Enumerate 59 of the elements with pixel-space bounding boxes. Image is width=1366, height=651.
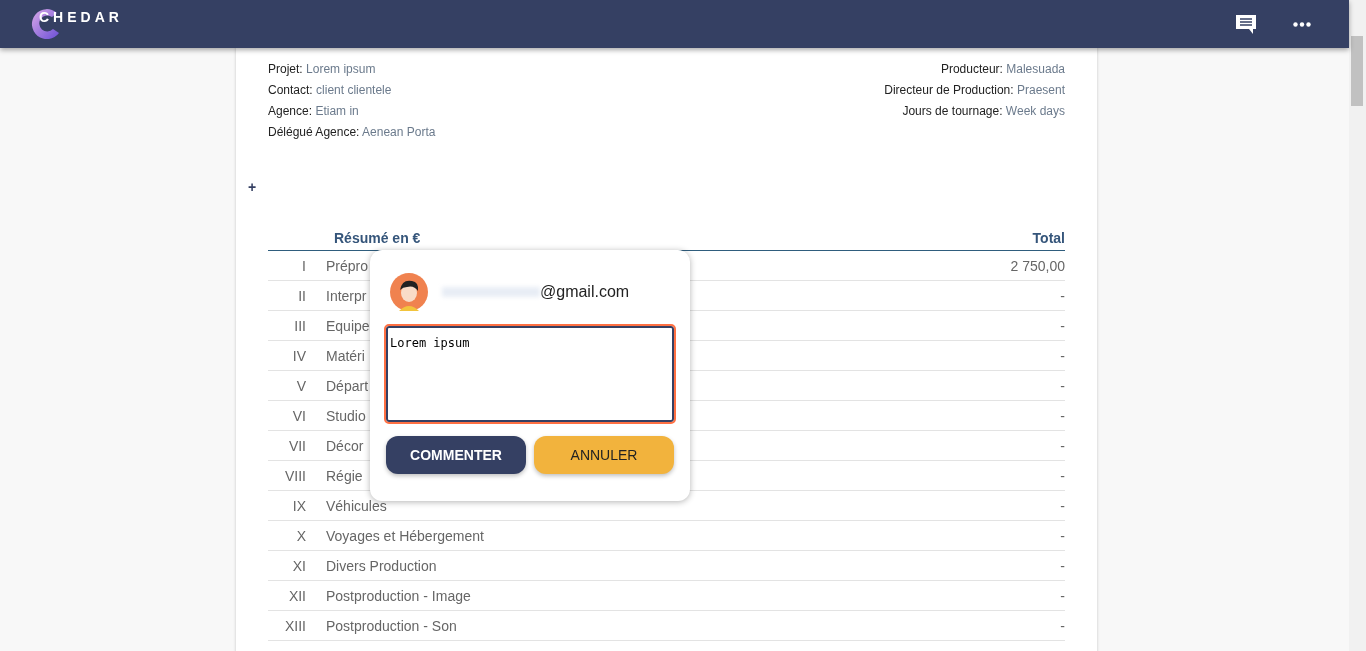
row-number: V <box>295 377 306 394</box>
row-number: XIII <box>284 617 306 634</box>
row-number: VII <box>287 437 306 454</box>
row-total: - <box>1060 407 1065 424</box>
info-line: Délégué Agence: Aenean Porta <box>268 124 436 141</box>
cancel-button[interactable]: ANNULER <box>534 436 674 474</box>
logo-text: CHEDAR <box>39 9 123 25</box>
row-total: - <box>1060 617 1065 634</box>
column-header: Résumé en € <box>334 230 421 246</box>
row-number: VI <box>291 407 306 424</box>
row-number: III <box>293 317 306 334</box>
scrollbar[interactable] <box>1349 0 1366 651</box>
row-number: XI <box>291 557 306 574</box>
row-label: Postproduction - Image <box>326 587 471 604</box>
row-label: Départ <box>326 377 369 394</box>
info-line: Directeur de Production: Praesent <box>884 82 1065 99</box>
row-total: - <box>1060 497 1065 514</box>
comment-icon[interactable] <box>1235 13 1257 35</box>
row-label: Régie <box>326 467 363 484</box>
row-total: 2 750,00 <box>1010 257 1065 274</box>
info-line: Producteur: Malesuada <box>940 61 1065 78</box>
row-label: Divers Production <box>326 557 437 574</box>
row-label: Interpr <box>326 287 367 304</box>
info-line: Jours de tournage: Week days <box>902 103 1065 120</box>
row-label: Postproduction - Son <box>326 617 457 634</box>
row-number: IX <box>291 497 306 514</box>
row-total: - <box>1060 437 1065 454</box>
avatar-icon <box>390 273 428 311</box>
info-line: Projet: Lorem ipsum <box>268 61 376 78</box>
row-number: X <box>295 527 306 544</box>
row-number: II <box>297 287 306 304</box>
row-number: IV <box>291 347 306 364</box>
row-total: - <box>1060 587 1065 604</box>
row-total: - <box>1060 347 1065 364</box>
more-icon[interactable] <box>1293 21 1311 27</box>
row-label: Studio <box>326 407 366 424</box>
row-number: I <box>301 257 306 274</box>
row-label: Décor <box>326 437 364 454</box>
row-label: Matéri <box>326 347 365 364</box>
row-total: - <box>1060 557 1065 574</box>
row-total: - <box>1060 467 1065 484</box>
row-label: Equipe <box>326 317 370 334</box>
comment-button[interactable]: COMMENTER <box>386 436 526 474</box>
row-number: XII <box>287 587 306 604</box>
info-line: Agence: Etiam in <box>268 103 359 120</box>
row-total: - <box>1060 287 1065 304</box>
info-line: Contact: client clientele <box>268 82 392 99</box>
column-header: Total <box>1032 230 1065 246</box>
row-number: VIII <box>284 467 306 484</box>
comment-field[interactable]: Lorem ipsum <box>386 326 674 422</box>
row-total: - <box>1060 527 1065 544</box>
user-email: @gmail.com <box>540 283 630 301</box>
scrollbar-thumb[interactable] <box>1351 36 1363 106</box>
add-button[interactable]: + <box>248 179 257 195</box>
row-label: Voyages et Hébergement <box>326 527 484 544</box>
row-total: - <box>1060 377 1065 394</box>
row-label: Prépro <box>326 257 369 274</box>
row-label: Véhicules <box>326 497 387 514</box>
row-total: - <box>1060 317 1065 334</box>
